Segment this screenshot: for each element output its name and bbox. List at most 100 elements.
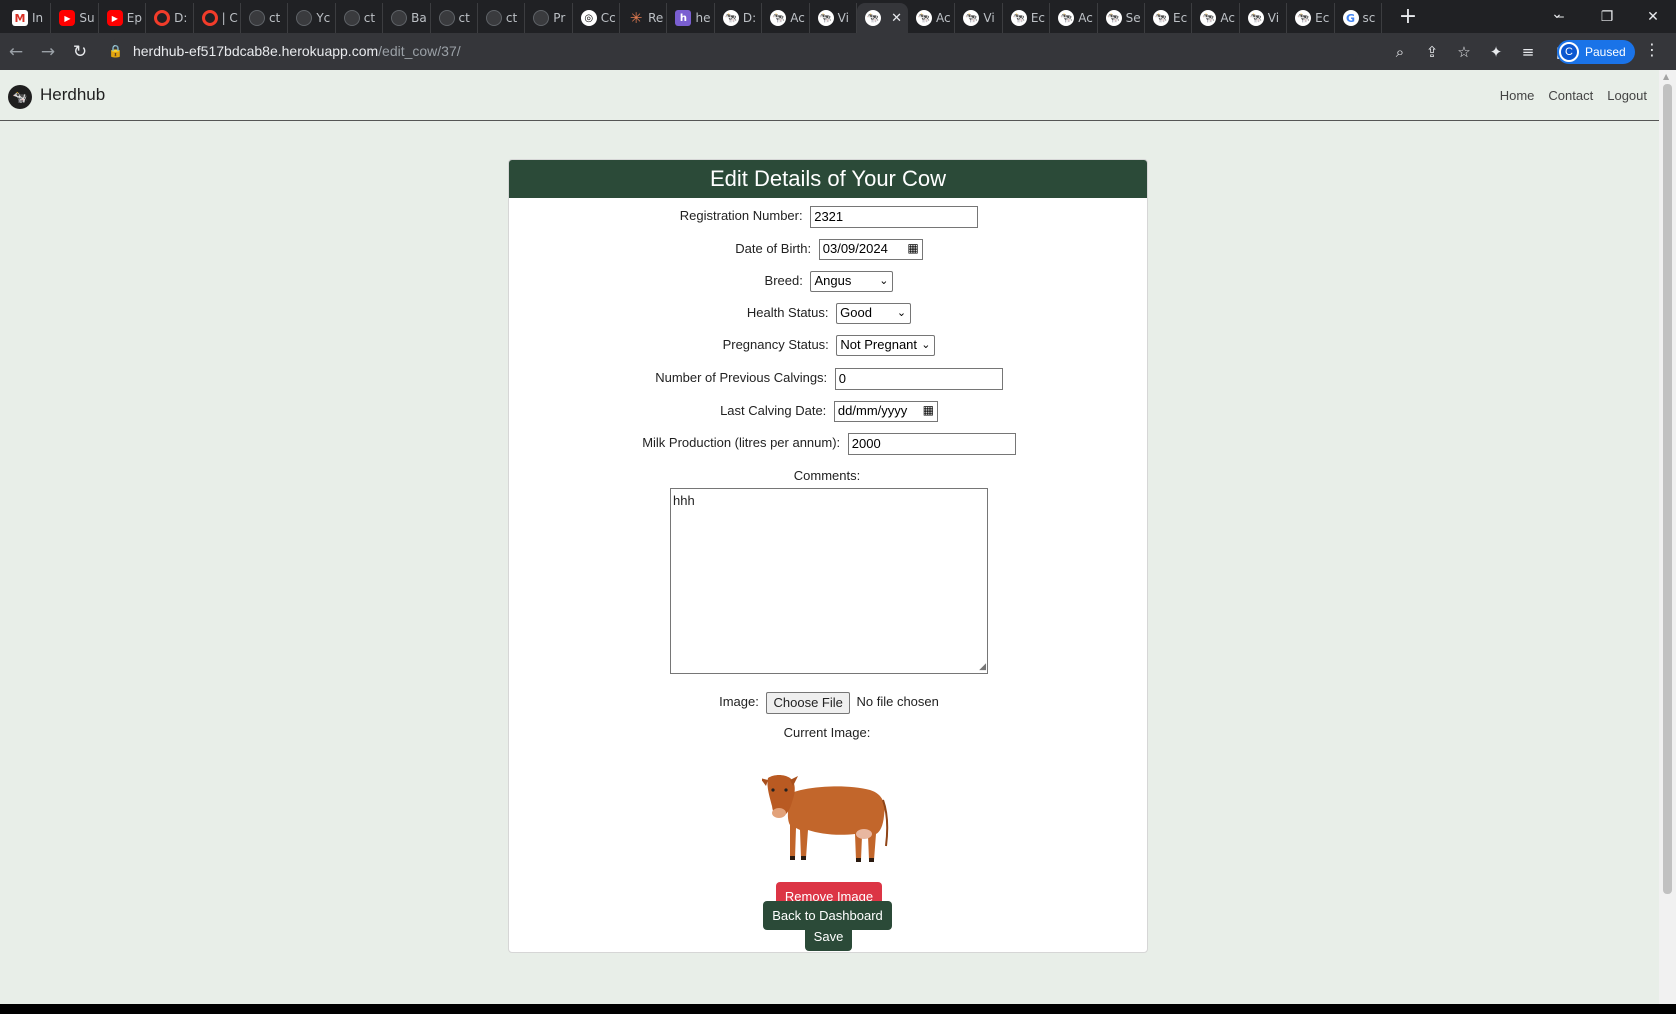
last-calving-placeholder: dd/mm/yyyy	[837, 403, 908, 418]
browser-tab[interactable]: 🐄 Vi	[955, 3, 1003, 33]
tab-label: ct	[268, 11, 281, 25]
resize-grip-icon[interactable]: ◢	[979, 661, 986, 672]
dob-label: Date of Birth:	[735, 240, 812, 256]
profile-button[interactable]: C Paused	[1557, 40, 1635, 64]
choose-file-button[interactable]: Choose File	[766, 692, 850, 714]
github-icon	[533, 10, 550, 26]
close-window-icon[interactable]: ✕	[1630, 9, 1676, 25]
browser-tab[interactable]: ct	[478, 3, 526, 33]
browser-tab[interactable]: 🐄 Vi	[810, 3, 858, 33]
browser-tab[interactable]: Pr	[525, 3, 573, 33]
tab-label: D:	[174, 11, 188, 25]
tab-label: Vi	[983, 11, 995, 25]
heroku-icon: h	[675, 10, 692, 26]
browser-tab[interactable]: Yc	[288, 3, 336, 33]
nav-contact-link[interactable]: Contact	[1548, 88, 1593, 103]
browser-tab[interactable]: 🐄 Se	[1098, 3, 1145, 33]
comments-row: hhh ◢	[509, 488, 1147, 674]
calendar-icon[interactable]: ▦	[923, 403, 934, 417]
scrollbar-thumb[interactable]	[1663, 84, 1672, 894]
extensions-icon[interactable]: ✦	[1480, 43, 1512, 61]
nav-logout-link[interactable]: Logout	[1607, 88, 1647, 103]
browser-tab[interactable]: ◎ Cc	[573, 3, 621, 33]
restore-icon[interactable]: ❐	[1584, 9, 1630, 25]
browser-tab[interactable]: D:	[146, 3, 194, 33]
registration-number-input[interactable]: 2321	[810, 206, 979, 228]
scroll-up-icon[interactable]: ▲	[1663, 72, 1669, 81]
date-of-birth-input[interactable]: 03/09/2024 ▦	[818, 239, 923, 260]
address-bar[interactable]: 🔒 herdhub-ef517bdcab8e.herokuapp.com/edi…	[108, 37, 1358, 65]
dob-value: 03/09/2024	[822, 241, 888, 256]
new-tab-button[interactable]: +	[1394, 4, 1422, 29]
browser-tab[interactable]: 🐄 Ec	[1003, 3, 1051, 33]
health-status-select[interactable]: Good ⌄	[836, 303, 912, 324]
browser-tab[interactable]: 🐄 Ec	[1287, 3, 1335, 33]
browser-tab[interactable]: ct	[241, 3, 289, 33]
browser-tab[interactable]: | C	[194, 3, 241, 33]
tab-label: Su	[79, 11, 95, 25]
herdhub-icon: 🐄	[770, 10, 787, 26]
browser-tab[interactable]: 🐄 Ac	[1050, 3, 1098, 33]
pregnancy-value: Not Pregnant	[840, 337, 918, 352]
browser-tab[interactable]: ct	[431, 3, 478, 33]
milk-production-input[interactable]: 2000	[847, 433, 1016, 455]
browser-toolbar: ← → ↻ 🔒 herdhub-ef517bdcab8e.herokuapp.c…	[0, 33, 1676, 70]
browser-tab[interactable]: ▶ Ep	[99, 3, 147, 33]
chevron-down-icon: ⌄	[896, 307, 907, 319]
zoom-icon[interactable]: ⌕	[1384, 43, 1416, 61]
tab-label: he	[695, 11, 711, 25]
cow-logo-icon[interactable]: 🐄	[8, 85, 32, 109]
browser-menu-icon[interactable]: ⋮	[1640, 40, 1664, 59]
media-control-icon[interactable]: ≡	[1512, 43, 1544, 61]
browser-tab[interactable]: 🐄 Ac	[762, 3, 810, 33]
browser-tab[interactable]: 🐄 D:	[715, 3, 763, 33]
browser-tab[interactable]: M In	[4, 3, 52, 33]
github-icon	[391, 10, 408, 26]
site-navbar: 🐄 Herdhub Home Contact Logout	[0, 70, 1659, 121]
herdhub-icon: 🐄	[1105, 10, 1122, 26]
close-tab-icon[interactable]: ✕	[891, 11, 902, 26]
bookmark-star-icon[interactable]: ☆	[1448, 43, 1480, 61]
github-icon	[248, 10, 265, 26]
pregnancy-status-select[interactable]: Not Pregnant ⌄	[836, 335, 936, 356]
browser-tab[interactable]: 🐄 Ac	[1192, 3, 1240, 33]
browser-tab[interactable]: 🐄 ✕	[857, 3, 909, 33]
browser-tab[interactable]: 🐄 Ac	[908, 3, 956, 33]
google-icon: G	[1342, 10, 1359, 26]
last-calving-date-input[interactable]: dd/mm/yyyy ▦	[833, 401, 938, 422]
page-viewport: 🐄 Herdhub Home Contact Logout Edit Detai…	[0, 70, 1659, 1004]
browser-tab[interactable]: ct	[336, 3, 384, 33]
last-calving-row: Last Calving Date: dd/mm/yyyy ▦	[509, 401, 1147, 422]
calendar-icon[interactable]: ▦	[907, 241, 918, 255]
nav-home-link[interactable]: Home	[1500, 88, 1535, 103]
back-arrow-icon[interactable]: ←	[0, 42, 32, 62]
page-scrollbar[interactable]: ▲	[1659, 70, 1676, 1004]
previous-calvings-input[interactable]: 0	[834, 368, 1003, 390]
tab-label: ct	[505, 11, 518, 25]
lock-icon[interactable]: 🔒	[108, 44, 123, 58]
comments-textarea[interactable]: hhh ◢	[670, 488, 988, 674]
browser-tab[interactable]: Ba	[383, 3, 431, 33]
edit-cow-card: Edit Details of Your Cow Registration Nu…	[508, 159, 1148, 953]
tab-label: Ac	[790, 11, 805, 25]
brand-name[interactable]: Herdhub	[40, 85, 105, 105]
herdhub-icon: 🐄	[1295, 10, 1312, 26]
pregnancy-row: Pregnancy Status: Not Pregnant ⌄	[509, 335, 1147, 356]
browser-tab[interactable]: h he	[667, 3, 715, 33]
browser-tab[interactable]: Gsc	[1335, 3, 1382, 33]
back-to-dashboard-button[interactable]: Back to Dashboard	[763, 901, 892, 930]
tab-label: Vi	[837, 11, 849, 25]
openai-icon: ◎	[580, 10, 597, 26]
url-host: herdhub-ef517bdcab8e.herokuapp.com	[132, 43, 379, 59]
forward-arrow-icon[interactable]: →	[32, 42, 64, 62]
browser-tab[interactable]: ▶ Su	[51, 3, 99, 33]
browser-tab[interactable]: 🐄 Ec	[1145, 3, 1193, 33]
minimize-icon[interactable]: –	[1538, 9, 1584, 25]
reload-icon[interactable]: ↻	[64, 42, 96, 62]
breed-select[interactable]: Angus ⌄	[810, 271, 894, 292]
image-label: Image:	[719, 694, 759, 710]
health-label: Health Status:	[746, 304, 829, 320]
browser-tab[interactable]: ✳ Re	[620, 3, 668, 33]
share-icon[interactable]: ⇪	[1416, 43, 1448, 61]
browser-tab[interactable]: 🐄 Vi	[1240, 3, 1288, 33]
